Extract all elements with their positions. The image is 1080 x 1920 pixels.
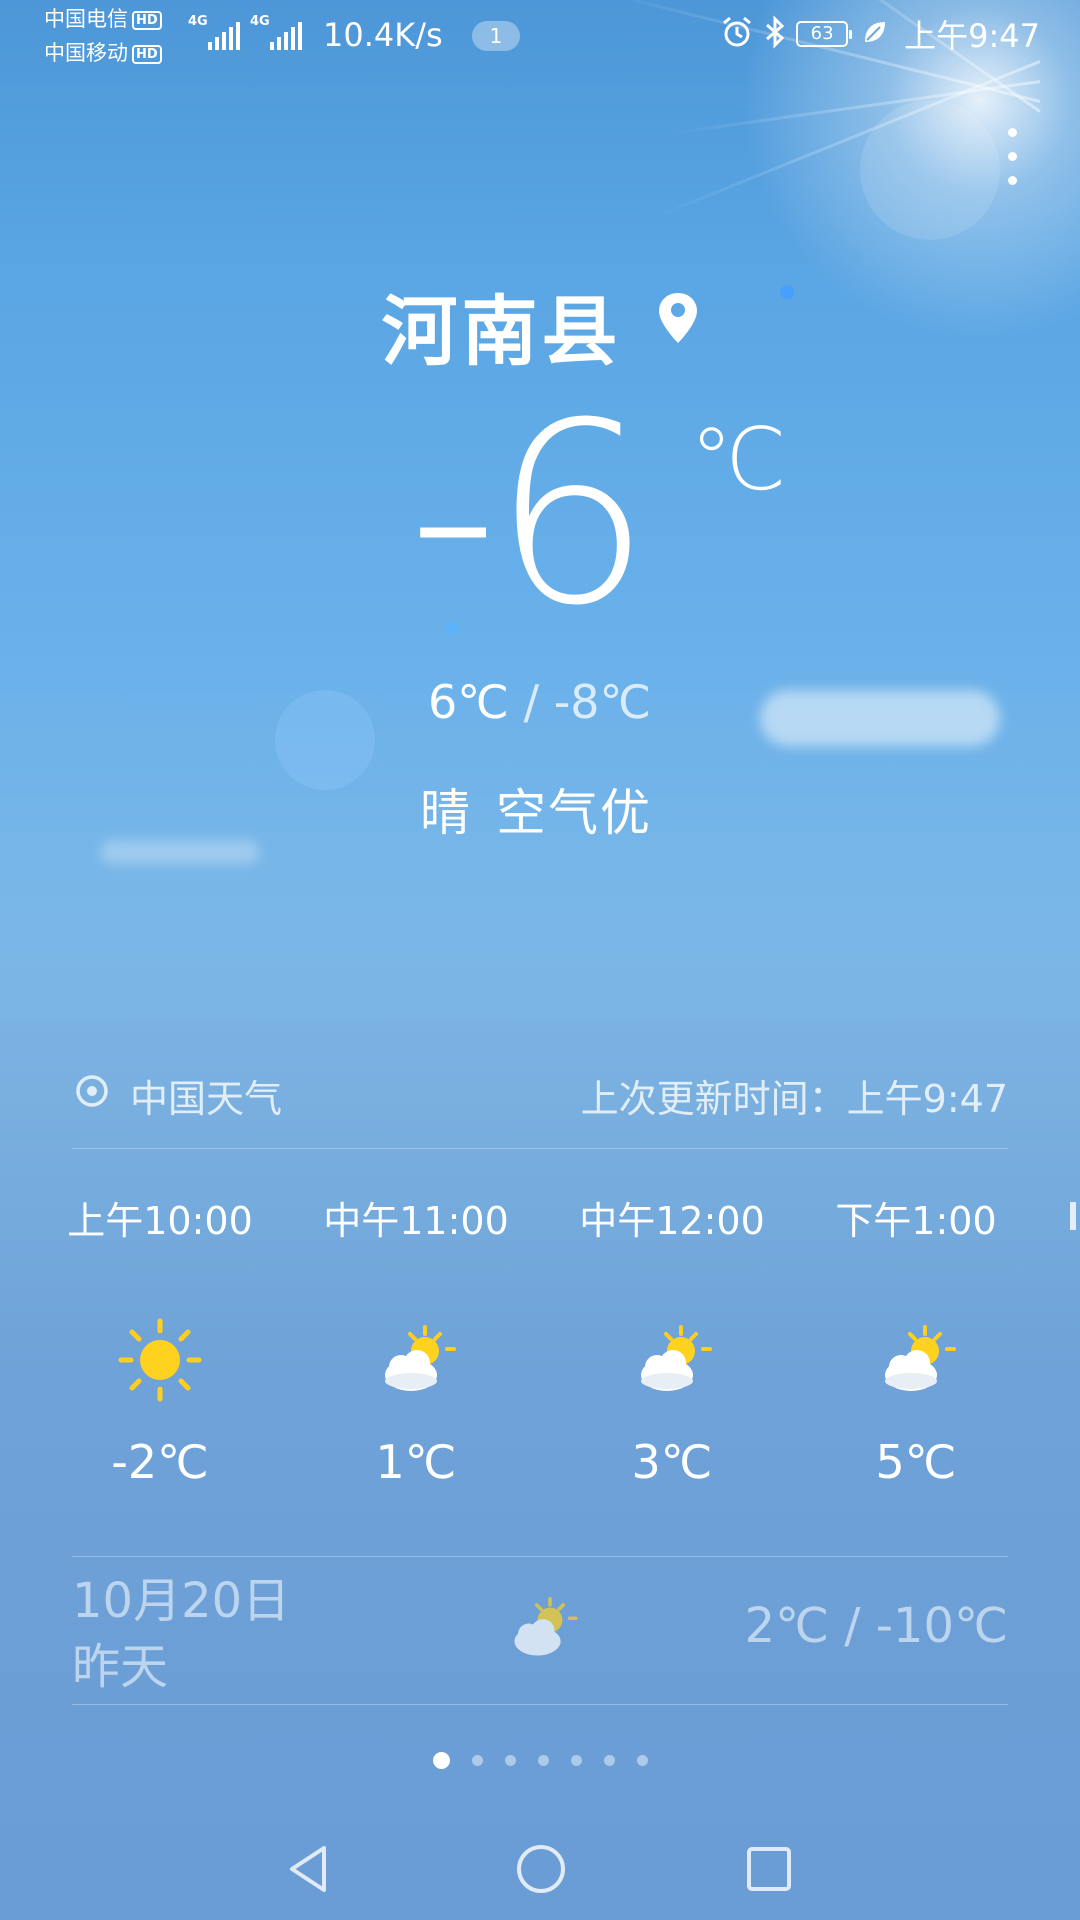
partly-cloudy-icon [552,1305,792,1415]
partly-cloudy-icon [296,1305,536,1415]
partly-cloudy-icon [502,1588,582,1672]
home-button[interactable] [514,1842,568,1900]
next-hour-peek [1070,1202,1076,1230]
page-dot [603,1755,615,1766]
page-dot [636,1755,648,1766]
condition-summary: 晴空气优 [420,773,652,845]
alarm-icon [720,15,754,53]
lens-flare [275,690,375,790]
page-dot [504,1755,516,1766]
carrier-1: 中国电信 HD [44,6,162,32]
navigation-bar [0,1820,1080,1920]
lens-flare [860,100,1000,240]
yesterday-row[interactable]: 10月20日 昨天 2℃ / -10℃ [72,1568,1008,1698]
carrier-2: 中国移动 HD [44,40,162,66]
divider [72,1556,1008,1557]
net-speed: 10.4K/s [323,16,443,54]
divider [72,1704,1008,1705]
notification-count-badge: 1 [472,21,520,51]
current-temperature: -6 [408,369,651,660]
city-header: 河南县 [0,270,1080,380]
today-range: 6℃ / -8℃ [428,675,651,729]
cloud-decoration [760,690,1000,746]
today-low: -8℃ [553,675,652,729]
temperature-unit: ℃ [690,410,787,510]
hourly-item: 中午11:00 1℃ [296,1190,536,1489]
yesterday-date: 10月20日 昨天 [72,1573,291,1695]
weather-screen: 中国电信 HD 中国移动 HD 4G 4G 10.4K/s 1 63 上午9:4… [0,0,1080,1920]
hourly-forecast[interactable]: 上午10:00 -2℃ 中午11:00 1℃ 中午12:00 3℃ 下午1:00 [40,1190,1080,1530]
location-pin-icon [657,291,699,349]
back-button[interactable] [284,1842,332,1900]
status-bar: 中国电信 HD 中国移动 HD 4G 4G 10.4K/s 1 63 上午9:4… [44,6,1040,66]
yesterday-range: 2℃ / -10℃ [744,1598,1008,1654]
page-dot [432,1752,450,1769]
partly-cloudy-icon [796,1305,1036,1415]
last-updated: 上次更新时间：上午9:47 [580,1077,1008,1121]
recent-apps-button[interactable] [744,1842,794,1900]
more-menu-button[interactable] [1006,128,1018,188]
status-icons: 63 上午9:47 [720,14,1040,55]
page-dot [537,1755,549,1766]
hourly-item: 上午10:00 -2℃ [40,1190,280,1489]
data-source-row: 中国天气 上次更新时间：上午9:47 [72,1068,1008,1128]
sunny-icon [40,1305,280,1415]
city-name[interactable]: 河南县 [381,270,621,380]
battery-icon: 63 [796,21,853,47]
china-weather-logo-icon [72,1071,112,1120]
cloud-decoration [100,840,260,864]
data-source[interactable]: 中国天气 [72,1068,282,1123]
divider [72,1148,1008,1149]
page-indicator[interactable] [0,1752,1080,1769]
air-quality[interactable]: 空气优 [496,784,652,842]
today-high: 6℃ [428,675,509,729]
hourly-item: 下午1:00 5℃ [796,1190,1036,1489]
page-dot [471,1755,483,1766]
range-separator: / [523,675,540,729]
page-dot [570,1755,582,1766]
eco-leaf-icon [862,19,888,49]
hourly-item: 中午12:00 3℃ [552,1190,792,1489]
weather-condition: 晴 [420,784,472,842]
clock: 上午9:47 [904,17,1040,55]
bluetooth-icon [764,15,786,53]
